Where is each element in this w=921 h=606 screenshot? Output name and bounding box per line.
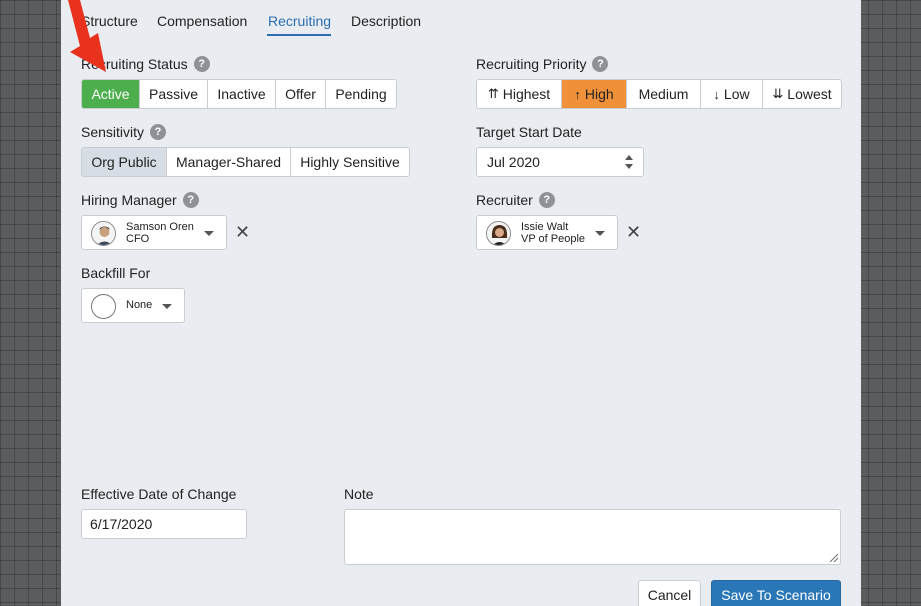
status-option-offer[interactable]: Offer: [275, 80, 325, 108]
clear-hiring-manager-icon[interactable]: ✕: [235, 223, 250, 241]
effective-date-input[interactable]: [81, 509, 247, 539]
updown-chevron-icon: [625, 155, 634, 169]
help-icon[interactable]: ?: [150, 124, 167, 140]
priority-option-label: Medium: [638, 86, 689, 102]
sensitivity-option-org-public[interactable]: Org Public: [82, 148, 166, 176]
recruiter-label-text: Recruiter: [476, 192, 533, 208]
sensitivity-group: Org Public Manager-Shared Highly Sensiti…: [81, 147, 410, 177]
tab-recruiting[interactable]: Recruiting: [268, 13, 331, 29]
help-icon[interactable]: ?: [592, 56, 609, 72]
backfill-for-label: Backfill For: [81, 265, 150, 281]
help-icon[interactable]: ?: [193, 56, 210, 72]
person-info: Issie Walt VP of People: [521, 221, 585, 245]
double-down-arrow-icon: ⇊: [772, 86, 784, 101]
help-icon[interactable]: ?: [538, 192, 555, 208]
status-option-passive[interactable]: Passive: [139, 80, 207, 108]
backfill-for-picker[interactable]: None: [81, 288, 185, 323]
status-option-pending[interactable]: Pending: [325, 80, 396, 108]
recruiting-priority-group: ⇈ Highest ↑ High Medium ↓ Low ⇊ Lowest: [476, 79, 842, 109]
caret-down-icon: [204, 231, 214, 236]
note-label-text: Note: [344, 486, 374, 502]
recruiting-status-group: Active Passive Inactive Offer Pending: [81, 79, 397, 109]
sensitivity-option-highly-sensitive[interactable]: Highly Sensitive: [290, 148, 409, 176]
sensitivity-label-text: Sensitivity: [81, 124, 145, 140]
person-info: Samson Oren CFO: [126, 221, 194, 245]
hiring-manager-picker[interactable]: Samson Oren CFO: [81, 215, 227, 250]
up-arrow-icon: ↑: [574, 86, 581, 102]
priority-option-high[interactable]: ↑ High: [561, 80, 626, 108]
target-start-date-select[interactable]: Jul 2020: [476, 147, 644, 177]
active-tab-underline: [267, 34, 331, 36]
priority-option-low[interactable]: ↓ Low: [700, 80, 762, 108]
backfill-for-label-text: Backfill For: [81, 265, 151, 281]
cancel-button[interactable]: Cancel: [638, 580, 701, 606]
tab-compensation[interactable]: Compensation: [157, 13, 247, 29]
status-option-inactive[interactable]: Inactive: [207, 80, 275, 108]
person-name: Samson Oren: [126, 221, 194, 233]
target-start-date-label-text: Target Start Date: [476, 124, 582, 140]
clear-recruiter-icon[interactable]: ✕: [626, 223, 641, 241]
recruiting-priority-label: Recruiting Priority ?: [476, 56, 609, 72]
person-name: Issie Walt: [521, 221, 569, 233]
avatar: [486, 221, 511, 246]
caret-down-icon: [595, 231, 605, 236]
priority-option-label: Lowest: [787, 86, 832, 102]
recruiter-label: Recruiter ?: [476, 192, 555, 208]
note-label: Note: [344, 486, 374, 502]
effective-date-label: Effective Date of Change: [81, 486, 236, 502]
target-start-date-label: Target Start Date: [476, 124, 582, 140]
caret-down-icon: [162, 304, 172, 309]
empty-avatar: [91, 294, 116, 319]
hiring-manager-label-text: Hiring Manager: [81, 192, 177, 208]
recruiting-priority-label-text: Recruiting Priority: [476, 56, 587, 72]
help-icon[interactable]: ?: [182, 192, 199, 208]
position-edit-modal: Structure Compensation Recruiting Descri…: [61, 0, 861, 606]
person-title: VP of People: [521, 233, 586, 245]
save-to-scenario-button[interactable]: Save To Scenario: [711, 580, 841, 606]
effective-date-label-text: Effective Date of Change: [81, 486, 237, 502]
tab-description[interactable]: Description: [351, 13, 421, 29]
priority-option-highest[interactable]: ⇈ Highest: [477, 80, 561, 108]
annotation-arrow-icon: [68, 0, 106, 72]
priority-option-label: Low: [723, 86, 750, 102]
down-arrow-icon: ↓: [713, 86, 720, 102]
sensitivity-label: Sensitivity ?: [81, 124, 167, 140]
priority-option-label: High: [584, 86, 614, 102]
target-start-date-value: Jul 2020: [487, 154, 540, 170]
double-up-arrow-icon: ⇈: [487, 86, 499, 101]
backfill-for-value: None: [126, 299, 153, 311]
person-title: CFO: [126, 233, 150, 245]
sensitivity-option-manager-shared[interactable]: Manager-Shared: [166, 148, 290, 176]
status-option-active[interactable]: Active: [82, 80, 139, 108]
hiring-manager-label: Hiring Manager ?: [81, 192, 199, 208]
note-textarea[interactable]: [344, 509, 841, 565]
priority-option-medium[interactable]: Medium: [626, 80, 700, 108]
priority-option-lowest[interactable]: ⇊ Lowest: [762, 80, 841, 108]
recruiter-picker[interactable]: Issie Walt VP of People: [476, 215, 618, 250]
resize-grip-icon[interactable]: [830, 554, 838, 562]
priority-option-label: Highest: [502, 86, 551, 102]
avatar: [91, 221, 116, 246]
